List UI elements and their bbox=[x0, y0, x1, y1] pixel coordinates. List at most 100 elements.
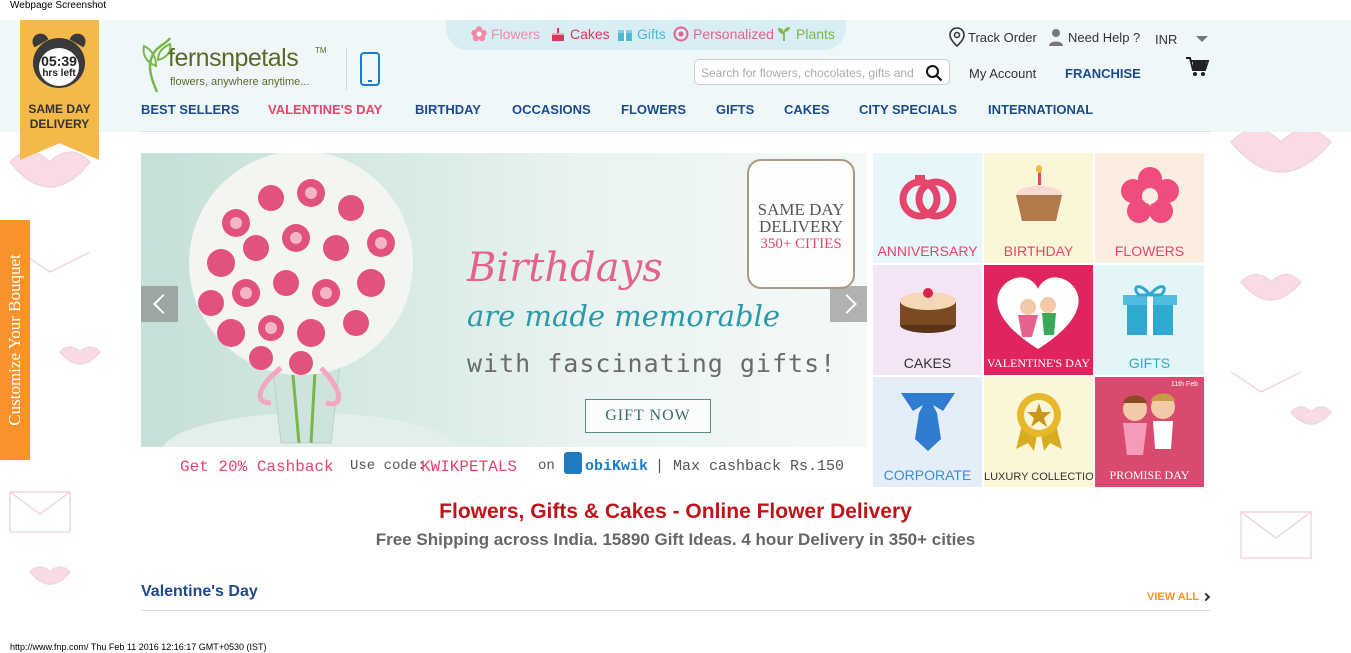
category-strip: Flowers Cakes Gifts Personalized Plants bbox=[446, 20, 846, 50]
countdown-time: 05:39 bbox=[41, 53, 77, 69]
nav-best-sellers[interactable]: BEST SELLERS bbox=[141, 102, 239, 117]
promo-code: KWIKPETALS bbox=[421, 458, 518, 476]
logo[interactable]: fernsnpetals TM flowers, anywhere anytim… bbox=[140, 36, 330, 96]
tile-valentines-day[interactable]: VALENTINE'S DAY bbox=[984, 265, 1093, 375]
category-gifts[interactable]: Gifts bbox=[617, 26, 666, 42]
tile-flowers[interactable]: FLOWERS bbox=[1095, 153, 1204, 263]
category-cakes[interactable]: Cakes bbox=[550, 26, 610, 42]
bouquet-image bbox=[161, 153, 461, 453]
mobikwik-logo-icon bbox=[564, 452, 582, 474]
tile-anniversary[interactable]: ANNIVERSARY bbox=[873, 153, 982, 263]
nav-valentines-day[interactable]: VALENTINE'S DAY bbox=[268, 102, 382, 117]
category-tiles: ANNIVERSARY BIRTHDAY FLOWERS CAKES VALEN… bbox=[873, 153, 1206, 489]
category-flowers-label: Flowers bbox=[491, 26, 541, 42]
nav-flowers[interactable]: FLOWERS bbox=[621, 102, 686, 117]
banner-prev-arrow[interactable] bbox=[141, 286, 178, 322]
banner-title-line3: with fascinating gifts! bbox=[467, 349, 837, 378]
need-help-link[interactable]: Need Help ? bbox=[1047, 27, 1140, 47]
nav-international[interactable]: INTERNATIONAL bbox=[988, 102, 1093, 117]
logo-separator bbox=[346, 48, 347, 90]
promo-brand: obiKwik bbox=[585, 458, 649, 475]
tie-icon bbox=[901, 393, 955, 451]
logo-name: fernsnpetals bbox=[168, 44, 299, 72]
same-day-delivery-text: SAME DAY DELIVERY bbox=[28, 102, 91, 131]
banner-next-arrow[interactable] bbox=[830, 286, 867, 322]
stamp-line2: DELIVERY bbox=[758, 217, 844, 236]
franchise-link[interactable]: FRANCHISE bbox=[1065, 66, 1141, 81]
need-help-label: Need Help ? bbox=[1068, 29, 1141, 45]
location-pin-icon bbox=[949, 27, 965, 47]
gift-icon bbox=[1123, 285, 1177, 335]
heart-couple-icon bbox=[997, 277, 1079, 349]
category-personalized-label: Personalized bbox=[693, 26, 774, 42]
page-title: Flowers, Gifts & Cakes - Online Flower D… bbox=[439, 500, 912, 523]
background-pattern-right bbox=[1229, 132, 1333, 559]
customize-bouquet-label: Customize Your Bouquet bbox=[5, 254, 24, 426]
valentine-divider bbox=[141, 610, 1210, 611]
nav-gifts[interactable]: GIFTS bbox=[716, 102, 754, 117]
tile-luxury-collection[interactable]: LUXURY COLLECTION bbox=[984, 377, 1093, 487]
promise-day-date: 11th Feb bbox=[1170, 381, 1198, 388]
top-caption: Webpage Screenshot bbox=[10, 0, 106, 11]
stamp-line3: 350+ CITIES bbox=[760, 236, 842, 252]
stamp-line1: SAME DAY bbox=[757, 200, 845, 219]
tile-birthday-label: BIRTHDAY bbox=[1003, 243, 1074, 259]
category-gifts-label: Gifts bbox=[637, 26, 666, 42]
category-personalized[interactable]: Personalized bbox=[673, 26, 774, 42]
nav-cakes[interactable]: CAKES bbox=[784, 102, 830, 117]
page-subtitle: Free Shipping across India. 15890 Gift I… bbox=[375, 530, 976, 549]
flower-icon bbox=[1121, 167, 1179, 223]
tile-valentines-day-label: VALENTINE'S DAY bbox=[986, 356, 1091, 370]
tile-luxury-collection-label: LUXURY COLLECTION bbox=[984, 471, 1093, 483]
nav-occasions[interactable]: OCCASIONS bbox=[512, 102, 591, 117]
tile-corporate[interactable]: CORPORATE bbox=[873, 377, 982, 487]
cupcake-icon bbox=[1016, 165, 1062, 221]
currency-selector[interactable]: INR bbox=[1155, 32, 1177, 47]
tile-birthday[interactable]: BIRTHDAY bbox=[984, 153, 1093, 263]
tile-gifts[interactable]: GIFTS bbox=[1095, 265, 1204, 375]
promo-max: | Max cashback Rs.150 bbox=[655, 458, 845, 475]
category-plants-label: Plants bbox=[796, 26, 835, 42]
tile-promise-day[interactable]: 11th Feb PROMISE DAY bbox=[1095, 377, 1204, 487]
nav-divider bbox=[141, 131, 1210, 132]
banner-title-line1: Birthdays bbox=[467, 245, 663, 291]
search-box bbox=[694, 59, 950, 85]
search-input[interactable] bbox=[701, 64, 916, 82]
plant-icon bbox=[778, 27, 790, 41]
my-account-link[interactable]: My Account bbox=[969, 66, 1036, 81]
category-plants[interactable]: Plants bbox=[776, 26, 835, 42]
cake-icon bbox=[552, 28, 564, 41]
site-header: fernsnpetals TM flowers, anywhere anytim… bbox=[0, 20, 1351, 132]
promo-cashback: Get 20% Cashback bbox=[180, 458, 334, 476]
same-day-delivery-stamp: SAME DAY DELIVERY 350+ CITIES bbox=[747, 159, 855, 289]
chevron-right-icon[interactable] bbox=[1201, 592, 1211, 602]
track-order-label: Track Order bbox=[968, 29, 1037, 45]
logo-tagline: flowers, anywhere anytime... bbox=[170, 76, 310, 88]
chevron-down-icon[interactable] bbox=[1196, 36, 1208, 42]
search-icon[interactable] bbox=[925, 64, 943, 82]
gift-now-button[interactable]: GIFT NOW bbox=[585, 399, 711, 433]
cart-icon[interactable] bbox=[1184, 56, 1210, 78]
tile-cakes-label: CAKES bbox=[903, 355, 952, 371]
flower-icon bbox=[471, 26, 487, 42]
nav-city-specials[interactable]: CITY SPECIALS bbox=[859, 102, 957, 117]
nav-birthday[interactable]: BIRTHDAY bbox=[415, 102, 481, 117]
mobile-app-icon[interactable] bbox=[360, 52, 380, 86]
tile-corporate-label: CORPORATE bbox=[883, 467, 972, 483]
category-cakes-label: Cakes bbox=[570, 26, 610, 42]
view-all-link[interactable]: VIEW ALL bbox=[1147, 591, 1199, 603]
tile-promise-day-label: PROMISE DAY bbox=[1109, 468, 1190, 482]
viewport: fernsnpetals TM flowers, anywhere anytim… bbox=[0, 20, 1351, 640]
tile-flowers-label: FLOWERS bbox=[1114, 243, 1185, 259]
same-day-delivery-ribbon[interactable]: 05:39 hrs left SAME DAY DELIVERY bbox=[20, 20, 99, 160]
bottom-caption: http://www.fnp.com/ Thu Feb 11 2016 12:1… bbox=[10, 642, 267, 652]
category-flowers[interactable]: Flowers bbox=[471, 26, 540, 42]
promo-on: on bbox=[538, 458, 555, 474]
track-order-link[interactable]: Track Order bbox=[948, 27, 1037, 47]
tile-cakes[interactable]: CAKES bbox=[873, 265, 982, 375]
customize-bouquet-tab[interactable]: Customize Your Bouquet bbox=[0, 220, 30, 460]
gift-icon bbox=[618, 30, 632, 41]
promo-use: Use code: bbox=[350, 458, 426, 474]
hero-banner[interactable]: SAME DAY DELIVERY 350+ CITIES Birthdays … bbox=[141, 153, 867, 485]
cashback-promo: Get 20% Cashback Use code: KWIKPETALS on… bbox=[141, 447, 867, 485]
